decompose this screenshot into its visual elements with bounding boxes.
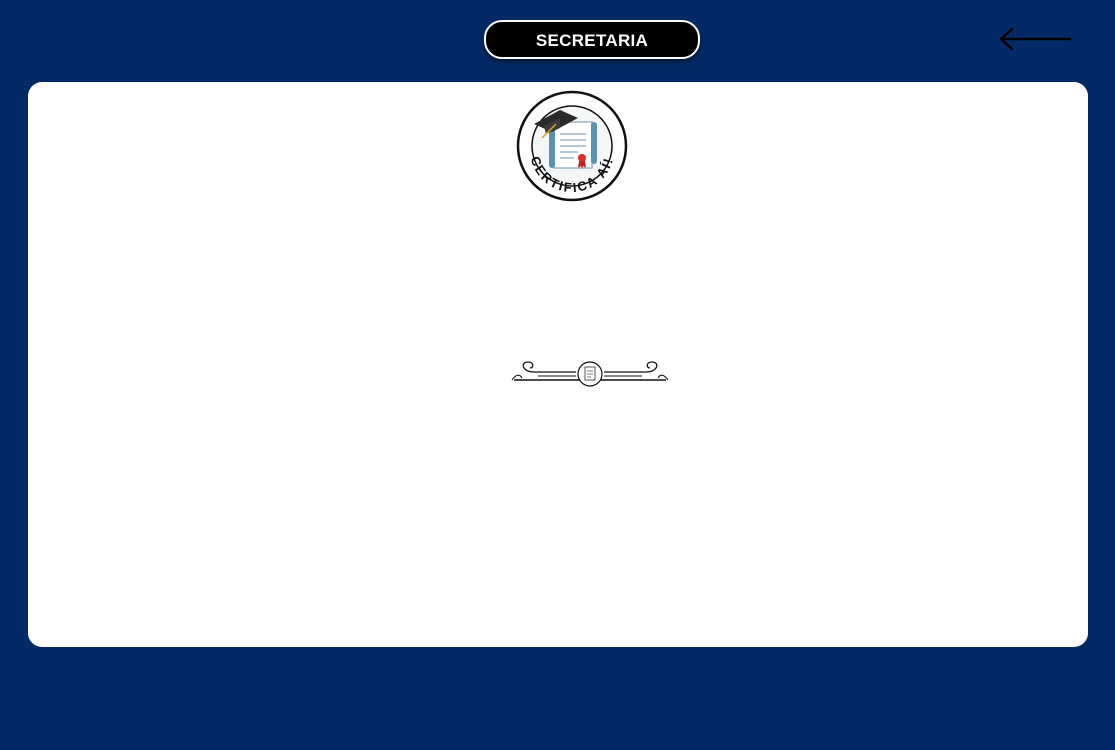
page: SECRETARIA CERTIFICA AÍ! [0,0,1115,750]
page-title-pill: SECRETARIA [484,20,700,59]
arrow-left-icon[interactable] [996,24,1076,54]
ornamental-divider-icon [511,361,669,387]
content-panel: CERTIFICA AÍ! [28,82,1088,647]
certificate-logo-icon: CERTIFICA AÍ! [516,90,628,202]
page-title: SECRETARIA [535,30,649,50]
